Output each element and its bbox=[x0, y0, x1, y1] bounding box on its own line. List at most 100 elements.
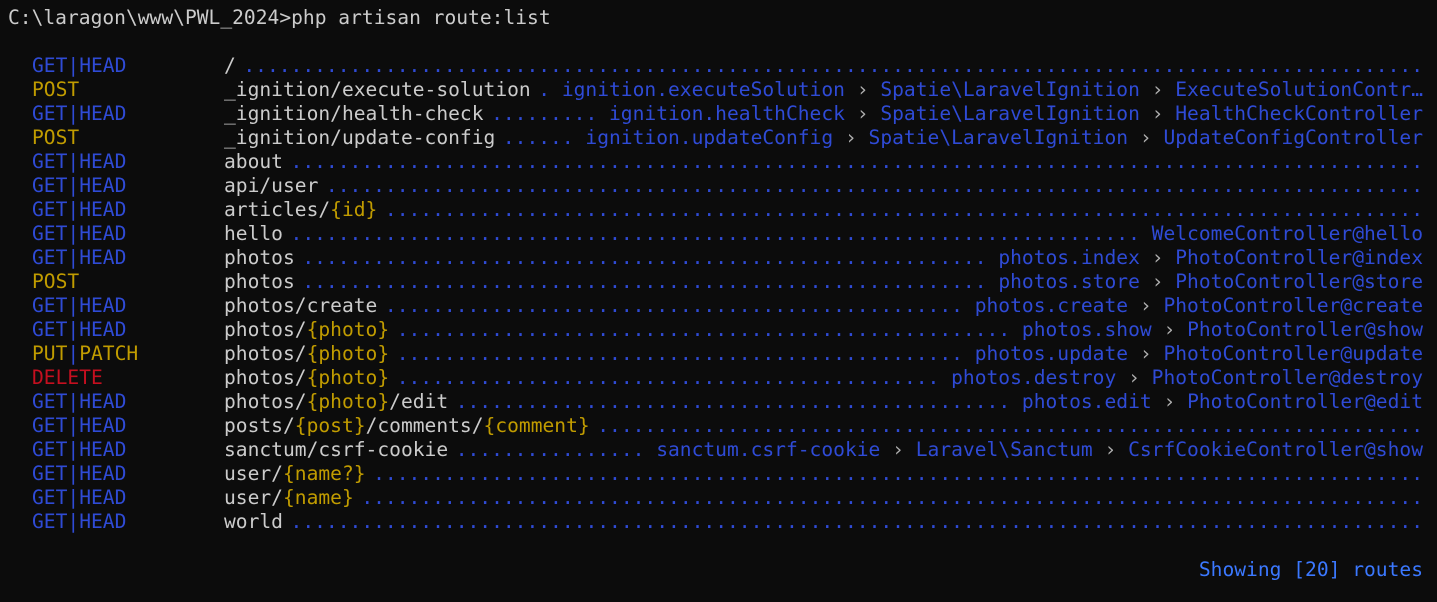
method-verb: HEAD bbox=[79, 222, 127, 245]
method-verb: GET bbox=[32, 222, 68, 245]
method-verb: HEAD bbox=[79, 294, 127, 317]
method-separator: | bbox=[67, 246, 80, 269]
route-method: GET|HEAD bbox=[32, 414, 126, 438]
method-verb: GET bbox=[32, 174, 68, 197]
method-verb: HEAD bbox=[79, 486, 127, 509]
route-method: GET|HEAD bbox=[32, 462, 126, 486]
handler-separator: › bbox=[844, 78, 881, 101]
handler-part: PhotoController@show bbox=[1187, 318, 1423, 341]
method-verb: PUT bbox=[32, 342, 68, 365]
route-parameter: {comment} bbox=[483, 414, 590, 437]
method-separator: | bbox=[67, 294, 80, 317]
handler-separator: › bbox=[1139, 78, 1176, 101]
handler-separator: › bbox=[1128, 294, 1164, 317]
dot-leader bbox=[224, 150, 1423, 174]
terminal-window[interactable]: C:\laragon\www\PWL_2024>php artisan rout… bbox=[0, 0, 1437, 602]
handler-part: ignition.healthCheck bbox=[609, 102, 845, 125]
route-parameter: {photo} bbox=[306, 318, 390, 341]
method-verb: GET bbox=[32, 246, 68, 269]
method-verb: GET bbox=[32, 318, 68, 341]
route-uri: world bbox=[224, 510, 292, 534]
route-path-segment: _ignition/execute-solution bbox=[224, 78, 531, 101]
handler-separator: › bbox=[1139, 246, 1176, 269]
handler-separator: › bbox=[1151, 318, 1188, 341]
route-parameter: {post} bbox=[294, 414, 366, 437]
method-verb: HEAD bbox=[79, 54, 127, 77]
route-handler: ignition.executeSolution › Spatie\Larave… bbox=[552, 78, 1423, 102]
handler-part: photos.destroy bbox=[951, 366, 1117, 389]
method-verb: HEAD bbox=[79, 390, 127, 413]
route-method: GET|HEAD bbox=[32, 318, 126, 342]
route-path-segment: posts/ bbox=[224, 414, 295, 437]
route-path-segment: about bbox=[224, 150, 283, 173]
handler-separator: › bbox=[1139, 102, 1176, 125]
route-method: GET|HEAD bbox=[32, 246, 126, 270]
method-verb: HEAD bbox=[79, 414, 127, 437]
route-method: DELETE bbox=[32, 366, 103, 390]
route-uri: about bbox=[224, 150, 292, 174]
route-row: POST _ignition/update-config ignition.upda… bbox=[0, 126, 1437, 150]
routes-count-summary: Showing [20] routes bbox=[1198, 558, 1423, 581]
route-uri: sanctum/csrf-cookie bbox=[224, 438, 458, 462]
route-path-segment: _ignition/update-config bbox=[224, 126, 496, 149]
route-parameter: {id} bbox=[330, 198, 378, 221]
method-verb: HEAD bbox=[79, 462, 127, 485]
route-row: GET|HEAD / bbox=[0, 54, 1437, 78]
handler-part: PhotoController@edit bbox=[1187, 390, 1423, 413]
route-method: GET|HEAD bbox=[32, 150, 126, 174]
route-path-segment: user/ bbox=[224, 486, 283, 509]
method-verb: DELETE bbox=[32, 366, 103, 389]
handler-separator: › bbox=[1151, 390, 1188, 413]
route-method: GET|HEAD bbox=[32, 486, 126, 510]
handler-part: photos.show bbox=[1021, 318, 1152, 341]
method-verb: POST bbox=[32, 78, 80, 101]
route-uri: photos bbox=[224, 246, 304, 270]
handler-part: Spatie\LaravelIgnition bbox=[868, 126, 1129, 149]
route-handler: photos.edit › PhotoController@edit bbox=[1012, 390, 1423, 414]
route-method: GET|HEAD bbox=[32, 294, 126, 318]
handler-part: Laravel\Sanctum bbox=[915, 438, 1093, 461]
route-handler: WelcomeController@hello bbox=[1142, 222, 1423, 246]
route-uri: photos/{photo} bbox=[224, 342, 399, 366]
method-separator: | bbox=[67, 150, 80, 173]
route-row: PUT|PATCH photos/{photo} photos.update › P… bbox=[0, 342, 1437, 366]
route-handler: photos.create › PhotoController@create bbox=[965, 294, 1423, 318]
route-list: GET|HEAD/POST_ignition/execute-solutioni… bbox=[0, 54, 1437, 534]
handler-part: Spatie\LaravelIgnition bbox=[880, 78, 1140, 101]
method-verb: GET bbox=[32, 462, 68, 485]
route-path-segment: hello bbox=[224, 222, 283, 245]
route-path-segment: photos/create bbox=[224, 294, 378, 317]
method-separator: | bbox=[67, 462, 80, 485]
command-prompt: C:\laragon\www\PWL_2024>php artisan rout… bbox=[8, 6, 551, 29]
route-path-segment: photos/ bbox=[224, 342, 307, 365]
route-handler: photos.destroy › PhotoController@destroy bbox=[942, 366, 1423, 390]
route-row: GET|HEAD world bbox=[0, 510, 1437, 534]
route-method: GET|HEAD bbox=[32, 390, 126, 414]
route-uri: _ignition/health-check bbox=[224, 102, 493, 126]
dot-leader bbox=[224, 462, 1423, 486]
method-separator: | bbox=[67, 54, 80, 77]
route-row: DELETE photos/{photo} photos.destroy › Pho… bbox=[0, 366, 1437, 390]
method-separator: | bbox=[67, 390, 80, 413]
route-handler: sanctum.csrf-cookie › Laravel\Sanctum › … bbox=[647, 438, 1423, 462]
route-method: POST bbox=[32, 270, 79, 294]
handler-part: Spatie\LaravelIgnition bbox=[880, 102, 1140, 125]
method-verb: HEAD bbox=[79, 318, 127, 341]
method-verb: GET bbox=[32, 54, 68, 77]
method-verb: GET bbox=[32, 294, 68, 317]
route-row: GET|HEAD user/{name} bbox=[0, 486, 1437, 510]
method-verb: POST bbox=[32, 126, 80, 149]
method-verb: HEAD bbox=[79, 198, 127, 221]
route-method: GET|HEAD bbox=[32, 54, 126, 78]
route-parameter: {photo} bbox=[306, 366, 390, 389]
method-verb: HEAD bbox=[79, 438, 127, 461]
dot-leader bbox=[224, 54, 1423, 78]
handler-part: PhotoController@create bbox=[1163, 294, 1423, 317]
route-row: GET|HEAD user/{name?} bbox=[0, 462, 1437, 486]
handler-part: photos.store bbox=[998, 270, 1140, 293]
method-verb: GET bbox=[32, 414, 68, 437]
handler-separator: › bbox=[844, 102, 881, 125]
route-row: GET|HEAD posts/{post}/comments/{comment} bbox=[0, 414, 1437, 438]
handler-separator: › bbox=[1139, 270, 1176, 293]
route-uri: user/{name?} bbox=[224, 462, 375, 486]
